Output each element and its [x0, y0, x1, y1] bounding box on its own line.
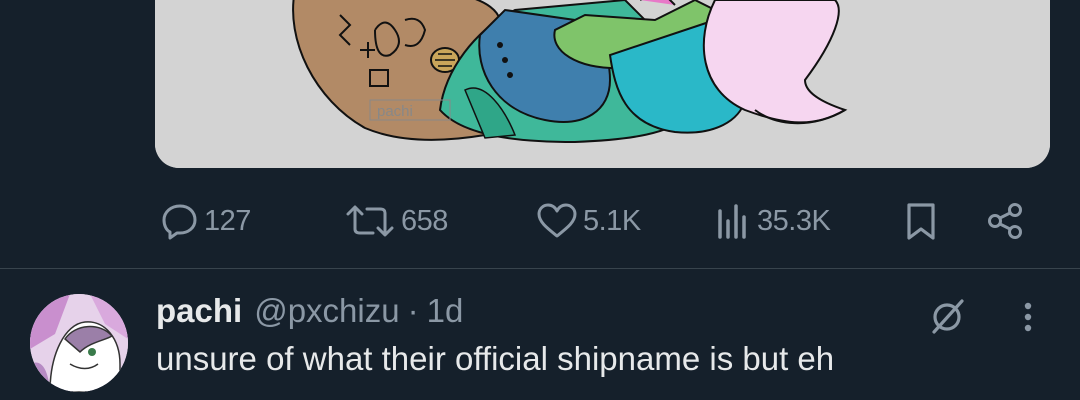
reply-count: 127: [204, 204, 251, 237]
share-icon: [988, 203, 1022, 239]
bookmark-icon: [907, 203, 935, 240]
tweet-action-bar: 127 658 5.1K 35.3K: [0, 190, 1080, 252]
repost-arrows-icon: [346, 205, 394, 237]
repost-button[interactable]: 658: [343, 190, 448, 252]
grok-button[interactable]: [928, 296, 968, 341]
heart-icon: [537, 203, 577, 238]
share-button[interactable]: [985, 190, 1027, 252]
reply-bubble-icon: [162, 204, 197, 240]
more-options-button[interactable]: [1018, 298, 1038, 343]
fan-art-illustration: pachi: [155, 0, 1050, 168]
user-handle[interactable]: @pxchizu: [254, 292, 399, 330]
tweet-timestamp[interactable]: 1d: [427, 292, 464, 330]
view-count: 35.3K: [757, 204, 831, 237]
bar-chart-icon: [718, 204, 746, 239]
tweet-header: pachi @pxchizu · 1d: [156, 292, 463, 336]
views-button[interactable]: 35.3K: [713, 190, 831, 252]
like-button[interactable]: 5.1K: [535, 190, 641, 252]
artist-signature: pachi: [377, 103, 413, 120]
vertical-dots-icon: [1024, 302, 1032, 332]
repost-count: 658: [401, 204, 448, 237]
reply-button[interactable]: 127: [160, 190, 251, 252]
timeline-page: pachi 127 658 5.1K 35.3K pachi @pxchizu …: [0, 0, 1080, 400]
header-separator: ·: [407, 292, 419, 329]
like-count: 5.1K: [583, 204, 641, 237]
tweet-media-image[interactable]: pachi: [155, 0, 1050, 168]
avatar-image: [30, 294, 128, 392]
tweet-text: unsure of what their official shipname i…: [156, 340, 835, 377]
bookmark-button[interactable]: [903, 190, 939, 252]
grok-slash-icon: [932, 299, 964, 334]
avatar[interactable]: [30, 294, 128, 392]
display-name[interactable]: pachi: [156, 292, 242, 330]
tweet-divider: [0, 268, 1080, 269]
